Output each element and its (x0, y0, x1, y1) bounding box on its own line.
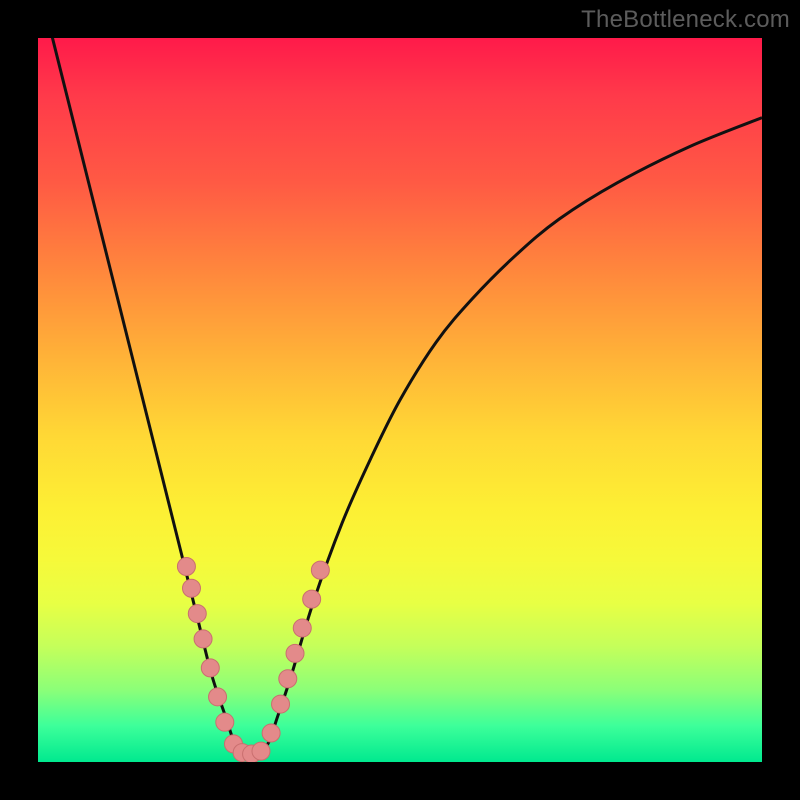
data-marker (252, 742, 270, 760)
data-marker (272, 695, 290, 713)
plot-area (38, 38, 762, 762)
data-marker (279, 670, 297, 688)
bottleneck-curve (38, 38, 762, 755)
data-marker (201, 659, 219, 677)
data-marker (194, 630, 212, 648)
data-marker (286, 644, 304, 662)
data-marker (209, 688, 227, 706)
data-marker (182, 579, 200, 597)
data-marker (177, 558, 195, 576)
data-marker (262, 724, 280, 742)
data-marker (303, 590, 321, 608)
data-marker (216, 713, 234, 731)
data-marker (311, 561, 329, 579)
data-marker (293, 619, 311, 637)
data-marker (188, 605, 206, 623)
chart-svg (38, 38, 762, 762)
data-markers (177, 558, 329, 762)
chart-frame: TheBottleneck.com (0, 0, 800, 800)
watermark-text: TheBottleneck.com (581, 6, 790, 34)
